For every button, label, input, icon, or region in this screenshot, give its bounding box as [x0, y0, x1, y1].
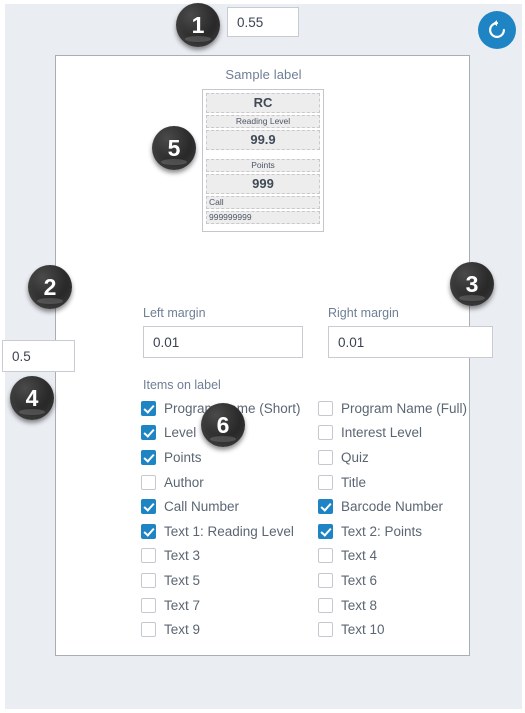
checkbox-label: Quiz [341, 449, 369, 465]
checkbox-unchecked-icon[interactable] [318, 572, 333, 588]
checkbox-unchecked-icon[interactable] [141, 572, 156, 588]
callout-badge-1: 1 [176, 3, 220, 47]
checkbox-item[interactable]: Text 7 [141, 593, 326, 618]
checkbox-unchecked-icon[interactable] [318, 425, 333, 441]
checkbox-unchecked-icon[interactable] [318, 474, 333, 490]
label-row: 999 [206, 174, 320, 194]
checkbox-checked-icon[interactable] [141, 400, 156, 416]
checkbox-item[interactable]: Text 2: Points [318, 519, 503, 544]
scale-input[interactable] [227, 7, 299, 37]
reset-button[interactable] [478, 11, 516, 49]
checkbox-unchecked-icon[interactable] [318, 622, 333, 638]
checkbox-label: Points [164, 449, 202, 465]
checkbox-label: Text 3 [164, 548, 201, 564]
checkbox-label: Text 6 [341, 572, 378, 588]
checkbox-checked-icon[interactable] [318, 499, 333, 515]
left-margin-input[interactable] [143, 326, 303, 358]
edge-numeric-input[interactable] [2, 340, 75, 372]
checkbox-checked-icon[interactable] [141, 425, 156, 441]
label-row: Reading Level [206, 115, 320, 128]
checkbox-unchecked-icon[interactable] [141, 548, 156, 564]
sample-label-preview: RC Reading Level 99.9 Points 999 Call 99… [202, 89, 324, 232]
checkbox-unchecked-icon[interactable] [141, 474, 156, 490]
badge-number: 5 [167, 134, 181, 161]
checkbox-item[interactable]: Text 9 [141, 617, 326, 642]
checkbox-label: Text 4 [341, 548, 378, 564]
checkbox-item[interactable]: Text 8 [318, 593, 503, 618]
left-margin-label: Left margin [143, 306, 206, 320]
checkbox-item[interactable]: Text 5 [141, 568, 326, 593]
checkbox-checked-icon[interactable] [141, 449, 156, 465]
label-row: 99.9 [206, 130, 320, 150]
sample-label-title: Sample label [225, 67, 302, 82]
checkbox-label: Text 5 [164, 572, 201, 588]
label-row: RC [206, 93, 320, 113]
checkbox-label: Text 8 [341, 597, 378, 613]
checkbox-label: Author [164, 474, 204, 490]
callout-badge-6: 6 [201, 403, 245, 447]
badge-number: 1 [191, 11, 205, 38]
callout-badge-2: 2 [28, 265, 72, 309]
checkbox-unchecked-icon[interactable] [318, 449, 333, 465]
checkbox-item[interactable]: Program Name (Full) [318, 396, 503, 421]
refresh-ccw-icon [486, 19, 508, 41]
checkbox-label: Text 9 [164, 622, 201, 638]
right-margin-label: Right margin [328, 306, 399, 320]
checkbox-item[interactable]: Interest Level [318, 421, 503, 446]
checkbox-label: Text 1: Reading Level [164, 523, 294, 539]
callout-badge-4: 4 [10, 376, 54, 420]
label-settings-card: Sample label RC Reading Level 99.9 Point… [55, 55, 493, 656]
checkbox-checked-icon[interactable] [141, 499, 156, 515]
items-right-column: Program Name (Full) Interest Level Quiz Tit… [318, 396, 503, 642]
checkbox-item[interactable]: Title [318, 470, 503, 495]
checkbox-item[interactable]: Text 4 [318, 544, 503, 569]
top-toolbar [5, 4, 522, 54]
checkbox-item[interactable]: Text 10 [318, 617, 503, 642]
checkbox-label: Interest Level [341, 425, 423, 441]
badge-number: 3 [465, 270, 479, 297]
label-row-spacer [206, 152, 320, 157]
checkbox-unchecked-icon[interactable] [141, 622, 156, 638]
items-on-label-heading: Items on label [143, 378, 221, 392]
checkbox-unchecked-icon[interactable] [141, 597, 156, 613]
checkbox-item[interactable]: Text 3 [141, 544, 326, 569]
checkbox-label: Level [164, 425, 197, 441]
checkbox-item[interactable]: Text 1: Reading Level [141, 519, 326, 544]
label-row: Call [206, 196, 320, 209]
checkbox-label: Program Name (Full) [341, 400, 468, 416]
badge-number: 6 [216, 411, 230, 438]
right-margin-input[interactable] [328, 326, 493, 358]
checkbox-label: Text 2: Points [341, 523, 423, 539]
checkbox-label: Text 7 [164, 597, 201, 613]
callout-badge-5: 5 [152, 126, 196, 170]
callout-badge-3: 3 [450, 262, 494, 306]
checkbox-checked-icon[interactable] [141, 523, 156, 539]
label-row: 999999999 [206, 211, 320, 224]
label-row: Points [206, 159, 320, 172]
screenshot-root: Sample label RC Reading Level 99.9 Point… [0, 0, 525, 713]
checkbox-item[interactable]: Text 6 [318, 568, 503, 593]
checkbox-item[interactable]: Barcode Number [318, 494, 503, 519]
checkbox-unchecked-icon[interactable] [318, 400, 333, 416]
checkbox-item[interactable]: Call Number [141, 494, 326, 519]
checkbox-item[interactable]: Points [141, 445, 326, 470]
checkbox-unchecked-icon[interactable] [318, 548, 333, 564]
checkbox-checked-icon[interactable] [318, 523, 333, 539]
checkbox-label: Title [341, 474, 367, 490]
checkbox-label: Barcode Number [341, 499, 444, 515]
checkbox-label: Call Number [164, 499, 240, 515]
badge-number: 4 [25, 384, 39, 411]
checkbox-unchecked-icon[interactable] [318, 597, 333, 613]
checkbox-item[interactable]: Quiz [318, 445, 503, 470]
checkbox-label: Text 10 [341, 622, 385, 638]
badge-number: 2 [43, 273, 57, 300]
checkbox-item[interactable]: Author [141, 470, 326, 495]
